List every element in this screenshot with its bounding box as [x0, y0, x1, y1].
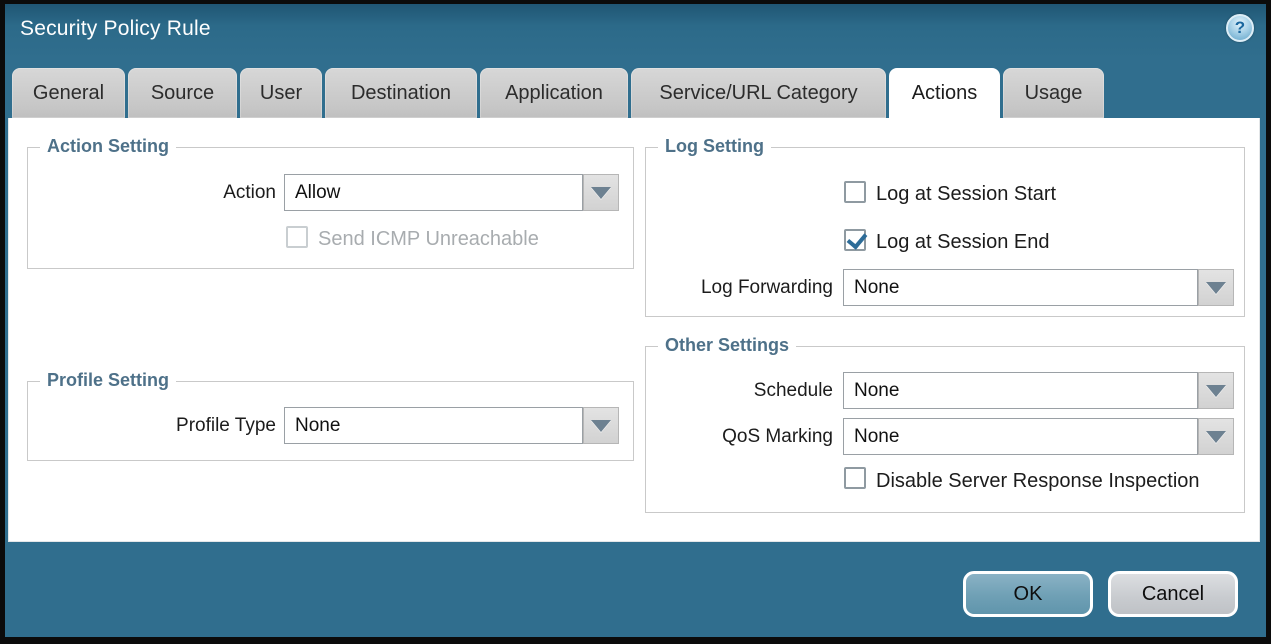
tab-usage[interactable]: Usage	[1003, 68, 1104, 118]
dialog-title: Security Policy Rule	[20, 17, 211, 41]
profile-setting-legend: Profile Setting	[40, 370, 176, 391]
chevron-down-icon	[591, 187, 611, 199]
security-policy-rule-dialog: Security Policy Rule ? General Source Us…	[0, 0, 1271, 644]
log-setting-legend: Log Setting	[658, 136, 771, 157]
tab-destination[interactable]: Destination	[325, 68, 477, 118]
profile-type-dropdown-button[interactable]	[583, 407, 619, 444]
chevron-down-icon	[1206, 431, 1226, 443]
log-forwarding-dropdown-button[interactable]	[1198, 269, 1234, 306]
send-icmp-unreachable-label: Send ICMP Unreachable	[318, 228, 539, 251]
qos-marking-label: QoS Marking	[645, 426, 833, 448]
profile-type-dropdown[interactable]: None	[284, 407, 583, 444]
log-forwarding-label: Log Forwarding	[645, 277, 833, 299]
log-at-session-start-label[interactable]: Log at Session Start	[876, 183, 1056, 206]
log-at-session-end-checkbox[interactable]	[844, 229, 866, 251]
tab-service-url-category[interactable]: Service/URL Category	[631, 68, 886, 118]
action-dropdown-button[interactable]	[583, 174, 619, 211]
profile-type-label: Profile Type	[100, 415, 276, 437]
action-label: Action	[100, 182, 276, 204]
chevron-down-icon	[1206, 385, 1226, 397]
chevron-down-icon	[591, 420, 611, 432]
log-at-session-end-label[interactable]: Log at Session End	[876, 231, 1049, 254]
send-icmp-unreachable-checkbox	[286, 226, 308, 248]
action-dropdown[interactable]: Allow	[284, 174, 583, 211]
log-at-session-start-checkbox[interactable]	[844, 181, 866, 203]
schedule-dropdown-value: None	[854, 380, 899, 402]
cancel-button[interactable]: Cancel	[1108, 571, 1238, 617]
chevron-down-icon	[1206, 282, 1226, 294]
tab-application[interactable]: Application	[480, 68, 628, 118]
disable-server-response-inspection-checkbox[interactable]	[844, 467, 866, 489]
profile-type-dropdown-value: None	[295, 415, 340, 437]
other-settings-legend: Other Settings	[658, 335, 796, 356]
tab-source[interactable]: Source	[128, 68, 237, 118]
help-icon[interactable]: ?	[1226, 14, 1254, 42]
qos-marking-dropdown-value: None	[854, 426, 899, 448]
action-setting-legend: Action Setting	[40, 136, 176, 157]
log-forwarding-dropdown-value: None	[854, 277, 899, 299]
qos-marking-dropdown-button[interactable]	[1198, 418, 1234, 455]
schedule-label: Schedule	[645, 380, 833, 402]
tab-general[interactable]: General	[12, 68, 125, 118]
disable-server-response-inspection-label[interactable]: Disable Server Response Inspection	[876, 470, 1200, 493]
tab-strip: General Source User Destination Applicat…	[12, 68, 1104, 118]
schedule-dropdown-button[interactable]	[1198, 372, 1234, 409]
schedule-dropdown[interactable]: None	[843, 372, 1198, 409]
help-icon-glyph: ?	[1235, 18, 1245, 38]
action-dropdown-value: Allow	[295, 182, 340, 204]
tab-actions[interactable]: Actions	[889, 68, 1000, 118]
log-forwarding-dropdown[interactable]: None	[843, 269, 1198, 306]
ok-button[interactable]: OK	[963, 571, 1093, 617]
tab-user[interactable]: User	[240, 68, 322, 118]
qos-marking-dropdown[interactable]: None	[843, 418, 1198, 455]
